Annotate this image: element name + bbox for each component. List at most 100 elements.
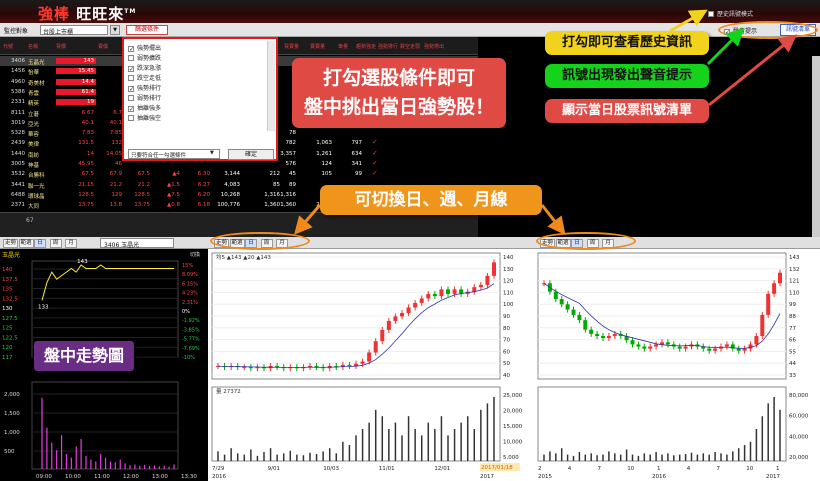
cell-name: 南紡	[28, 152, 40, 159]
candle-body	[665, 342, 670, 345]
condition-checkbox[interactable]	[128, 95, 134, 101]
candle-body	[571, 309, 576, 315]
volume-tick: 10,000	[503, 440, 523, 446]
condition-item[interactable]: 抽離強多	[128, 103, 161, 112]
volume-frame	[31, 381, 179, 470]
row-count: 67	[26, 217, 34, 224]
grid-header-cell[interactable]: 賣賣量	[310, 43, 325, 50]
candle-body	[766, 293, 771, 315]
app-logo: 強棒 旺旺來TM	[38, 3, 136, 23]
table-row[interactable]: 3532 台勝科 67.5 67.9 45 105 99 ✓ 67.5 ▲4 6.30 3,144 21…	[0, 169, 478, 179]
chevron-down-icon[interactable]: ▼	[210, 150, 214, 156]
grid-header-cell[interactable]: 強勢排行	[378, 43, 398, 50]
candle-body	[446, 289, 450, 294]
candle-body	[577, 314, 582, 321]
grid-header-cell[interactable]: 強勢帶出	[424, 43, 444, 50]
pct-tick: -10%	[182, 355, 195, 361]
date-tick: 1	[776, 466, 780, 472]
candle-body	[648, 346, 653, 349]
chevron-down-icon[interactable]: ▼	[110, 25, 120, 35]
screen-conditions-button[interactable]: 篩選條件	[126, 25, 168, 35]
cell-name: 精英	[28, 101, 40, 108]
grid-header-cell[interactable]: 筆量	[338, 43, 348, 50]
weekly-chart: 1431321211109988776655443380,00060,00040…	[537, 252, 809, 480]
candle-body	[654, 344, 659, 347]
condition-checkbox[interactable]	[128, 66, 134, 72]
cell-extra: 1,316	[264, 191, 280, 198]
match-mode-select[interactable]: 只要符合任一勾選條件	[128, 149, 220, 159]
high-label: 143	[77, 259, 88, 265]
grid-header-cell[interactable]: 買賣量	[284, 43, 299, 50]
volume-tick: 1,000	[4, 430, 20, 436]
condition-item[interactable]: 弱勢擴跌	[128, 53, 161, 62]
pct-tick: 6.15%	[182, 281, 198, 287]
price-tick: 127.5	[2, 316, 18, 322]
condition-item[interactable]: 跌空走低	[128, 73, 161, 82]
condition-item[interactable]: 跌深急漲	[128, 63, 161, 72]
price-tick: 117	[2, 355, 13, 361]
cell-extra: 4,083	[224, 181, 240, 188]
grid-header-cell[interactable]: 名稱	[28, 43, 38, 50]
candle-body	[553, 291, 558, 300]
cell-name: 聯一光	[28, 183, 45, 190]
grid-header-cell[interactable]: 趨勢強走	[356, 43, 376, 50]
cell-extra: 6.30	[197, 171, 210, 178]
condition-checkbox[interactable]	[128, 75, 134, 81]
condition-scrollbar[interactable]	[267, 41, 275, 131]
cell-c4: 1,261	[316, 150, 332, 157]
condition-checkbox[interactable]	[128, 55, 134, 61]
low-label: 133	[38, 304, 49, 310]
volume-tick: 1,500	[4, 411, 20, 417]
cell-price: 131.5	[78, 140, 94, 147]
grid-scrollbar[interactable]	[812, 56, 820, 237]
price-tick: 137.5	[2, 277, 18, 283]
candle-body	[630, 340, 635, 345]
grid-header-cell[interactable]: 買價	[56, 43, 66, 50]
cell-extra: 10,268	[220, 191, 240, 198]
date-tick: 7	[598, 466, 602, 472]
candle-body	[452, 289, 457, 294]
pct-tick: 2.31%	[182, 300, 198, 306]
monitor-select[interactable]: 台股上市櫃	[40, 25, 108, 36]
confirm-button[interactable]: 確定	[228, 149, 274, 160]
condition-item[interactable]: 強勢排行	[128, 83, 161, 92]
condition-item[interactable]: 抽離強空	[128, 113, 161, 122]
price-tick: 40	[503, 373, 510, 379]
time-tick: 12:00	[123, 474, 139, 480]
history-mode-toggle[interactable]: 歷史訊號模式	[708, 9, 753, 18]
condition-item[interactable]: 弱勢排行	[128, 93, 161, 102]
monitor-label: 監控對象	[4, 28, 29, 35]
grid-header-cell[interactable]: 代號	[3, 43, 13, 50]
grid-header-cell[interactable]: 跌空走弱	[400, 43, 420, 50]
candle-body	[683, 346, 688, 349]
date-tick: 4	[687, 466, 691, 472]
candle-body	[754, 335, 759, 345]
condition-checkbox[interactable]	[128, 46, 134, 52]
cell-sym: 3005	[11, 161, 25, 167]
cell-name: 怡華	[28, 70, 40, 77]
volume-tick: 5,000	[503, 455, 519, 461]
cell-extra: 13.75	[134, 202, 150, 209]
cell-price: 6.67	[81, 109, 94, 116]
condition-checkbox[interactable]	[128, 106, 134, 112]
condition-item[interactable]: 強勢擺出	[128, 43, 161, 52]
cell-price: 40.1	[81, 119, 94, 126]
cell-extra: 100,776	[217, 202, 240, 209]
tab-highlight-weekly	[536, 232, 636, 250]
date-tick: 10/03	[323, 466, 339, 472]
cell-sym: 2439	[11, 140, 25, 147]
cell-name: 環球晶	[28, 193, 45, 200]
year-tick: 2015	[538, 474, 552, 480]
candle-body	[347, 364, 352, 366]
cell-price: 128.5	[78, 191, 94, 198]
candle-body	[485, 275, 490, 285]
candle-body	[642, 346, 647, 349]
condition-checkbox[interactable]	[128, 86, 134, 92]
candle-body	[589, 329, 594, 334]
candle-body	[386, 320, 391, 330]
price-tick: 100	[503, 302, 514, 308]
grid-header-cell[interactable]: 賣價	[98, 43, 108, 50]
cell-sym: 5386	[11, 88, 25, 95]
condition-checkbox[interactable]	[128, 115, 134, 121]
history-mode-checkbox[interactable]	[708, 11, 714, 17]
